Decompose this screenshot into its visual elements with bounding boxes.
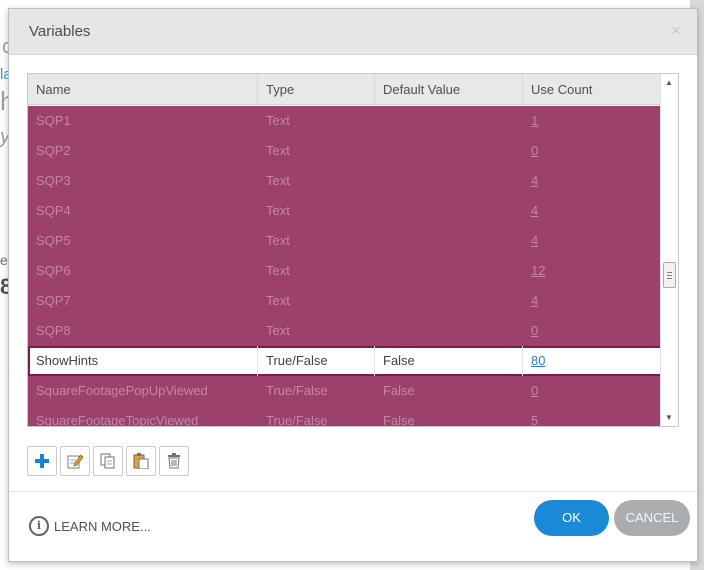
cell-type: Text — [266, 113, 290, 128]
cell-type: Text — [266, 233, 290, 248]
cell-type: Text — [266, 143, 290, 158]
cell-default-value — [375, 286, 523, 316]
variables-dialog: Variables × Name Type Default Value Use … — [8, 8, 698, 562]
vertical-scrollbar[interactable]: ▲ ▼ — [660, 74, 678, 426]
table-row[interactable]: SquareFootageTopicViewed True/False Fals… — [28, 406, 662, 427]
cell-default-value: False — [383, 413, 415, 427]
cell-use-count: 4 — [523, 226, 662, 256]
cell-name: SQP2 — [36, 143, 71, 158]
cell-default-value: False — [375, 346, 523, 376]
cell-name: ShowHints — [28, 346, 258, 376]
variables-grid: Name Type Default Value Use Count SQP1 T… — [27, 73, 679, 427]
cell-default-value — [375, 256, 523, 286]
cell-default-value — [375, 166, 523, 196]
cell-use-count: 0 — [523, 376, 662, 406]
background-text-fragment: e — [0, 252, 8, 268]
use-count-link[interactable]: 4 — [531, 173, 538, 188]
cell-default-value — [375, 106, 523, 136]
column-header-use-count[interactable]: Use Count — [523, 74, 662, 105]
cancel-button[interactable]: CANCEL — [614, 500, 690, 536]
paste-icon — [133, 453, 149, 469]
table-row-selected[interactable]: ShowHints True/False False 80 — [28, 346, 662, 376]
cell-use-count: 5 — [523, 406, 662, 426]
table-row[interactable]: SQP7 Text 4 — [28, 286, 662, 316]
cell-name: SquareFootageTopicViewed — [36, 413, 199, 427]
cell-type: Text — [266, 173, 290, 188]
cell-type: True/False — [266, 413, 328, 427]
delete-icon — [168, 453, 180, 469]
cell-use-count: 4 — [523, 286, 662, 316]
table-row[interactable]: SQP5 Text 4 — [28, 226, 662, 256]
column-header-default-value[interactable]: Default Value — [375, 74, 523, 105]
learn-more-label: LEARN MORE... — [54, 519, 151, 534]
cell-name: SQP5 — [36, 233, 71, 248]
cell-default-value — [375, 226, 523, 256]
add-icon — [35, 454, 49, 468]
scroll-up-arrow-icon[interactable]: ▲ — [665, 78, 673, 87]
copy-variable-button[interactable] — [93, 446, 123, 476]
grid-header: Name Type Default Value Use Count — [28, 74, 662, 105]
cell-name: SQP7 — [36, 293, 71, 308]
close-icon[interactable]: × — [671, 21, 681, 41]
table-row[interactable]: SQP1 Text 1 — [28, 106, 662, 136]
cell-use-count: 12 — [523, 256, 662, 286]
dialog-header: Variables × — [9, 9, 697, 55]
cell-use-count: 1 — [523, 106, 662, 136]
cell-type: Text — [266, 203, 290, 218]
grid-rows: SQP1 Text 1 SQP2 Text 0 SQP3 Text 4 SQP4… — [28, 106, 662, 427]
column-header-type[interactable]: Type — [258, 74, 375, 105]
use-count-link[interactable]: 1 — [531, 113, 538, 128]
cell-use-count: 0 — [523, 316, 662, 346]
scroll-down-arrow-icon[interactable]: ▼ — [665, 413, 673, 422]
use-count-link[interactable]: 0 — [531, 143, 538, 158]
edit-icon — [67, 454, 83, 469]
ok-button[interactable]: OK — [534, 500, 609, 536]
table-row[interactable]: SQP4 Text 4 — [28, 196, 662, 226]
footer-divider — [9, 491, 697, 492]
use-count-link[interactable]: 4 — [531, 233, 538, 248]
use-count-link[interactable]: 4 — [531, 293, 538, 308]
cell-default-value — [375, 136, 523, 166]
column-header-name[interactable]: Name — [28, 74, 258, 105]
table-row[interactable]: SQP2 Text 0 — [28, 136, 662, 166]
use-count-link[interactable]: 80 — [531, 353, 545, 368]
cell-name: SQP4 — [36, 203, 71, 218]
cell-use-count: 0 — [523, 136, 662, 166]
edit-variable-button[interactable] — [60, 446, 90, 476]
cell-use-count: 4 — [523, 196, 662, 226]
cell-name: SQP6 — [36, 263, 71, 278]
cell-use-count: 80 — [523, 346, 662, 376]
cell-type: Text — [266, 293, 290, 308]
cell-default-value — [375, 316, 523, 346]
use-count-link[interactable]: 0 — [531, 323, 538, 338]
cell-type: True/False — [266, 383, 328, 398]
add-variable-button[interactable] — [27, 446, 57, 476]
cell-name: SQP8 — [36, 323, 71, 338]
dialog-title: Variables — [29, 23, 91, 40]
use-count-link[interactable]: 12 — [531, 263, 545, 278]
use-count-link[interactable]: 0 — [531, 383, 538, 398]
table-row[interactable]: SQP8 Text 0 — [28, 316, 662, 346]
cell-type: True/False — [258, 346, 375, 376]
copy-icon — [100, 453, 115, 469]
paste-variable-button[interactable] — [126, 446, 156, 476]
cell-name: SQP3 — [36, 173, 71, 188]
cell-type: Text — [266, 323, 290, 338]
delete-variable-button[interactable] — [159, 446, 189, 476]
table-row[interactable]: SquareFootagePopUpViewed True/False Fals… — [28, 376, 662, 406]
use-count-link[interactable]: 4 — [531, 203, 538, 218]
cell-use-count: 4 — [523, 166, 662, 196]
cell-default-value: False — [383, 383, 415, 398]
cell-type: Text — [266, 263, 290, 278]
table-row[interactable]: SQP3 Text 4 — [28, 166, 662, 196]
cell-name: SQP1 — [36, 113, 71, 128]
table-row[interactable]: SQP6 Text 12 — [28, 256, 662, 286]
cell-default-value — [375, 196, 523, 226]
info-icon: i — [29, 516, 49, 536]
use-count-link[interactable]: 5 — [531, 413, 538, 426]
scrollbar-thumb[interactable] — [663, 262, 676, 288]
cell-name: SquareFootagePopUpViewed — [36, 383, 208, 398]
